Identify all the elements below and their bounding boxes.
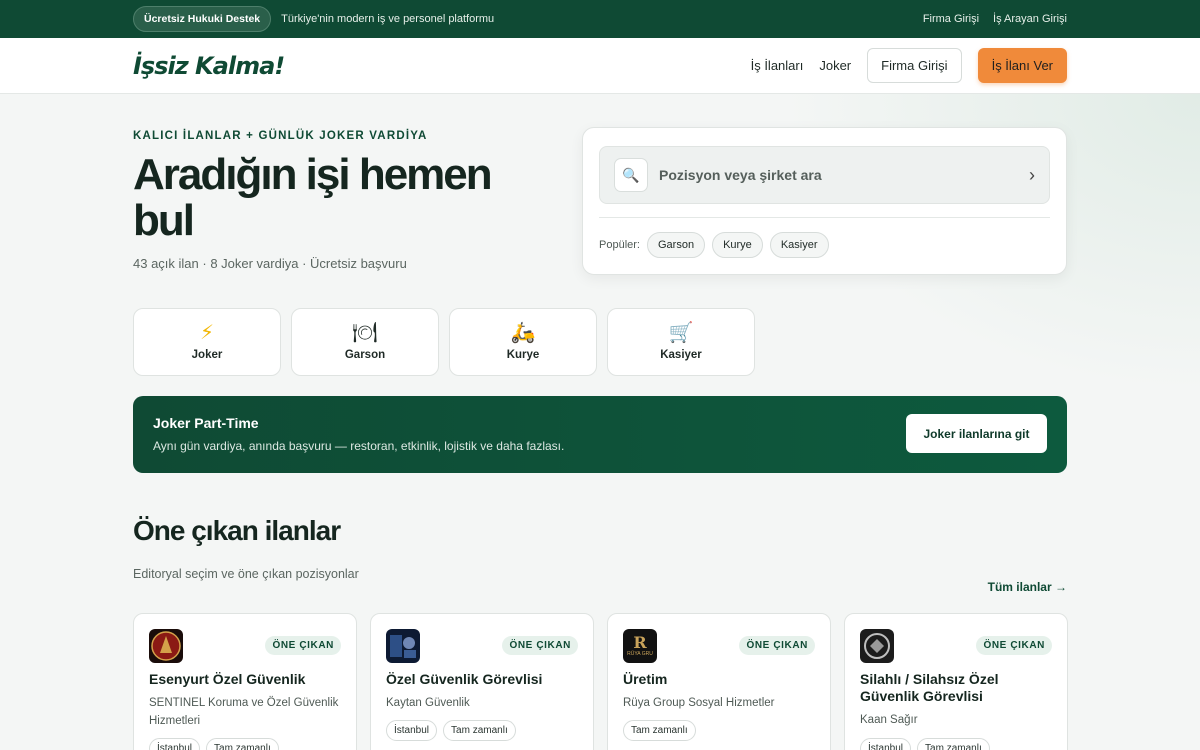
popular-label: Popüler:: [599, 239, 640, 251]
site-logo[interactable]: İşsiz Kalma!: [133, 52, 285, 80]
category-joker[interactable]: ⚡ Joker: [133, 308, 281, 376]
company-login-button[interactable]: Firma Girişi: [867, 48, 962, 83]
category-label: Kasiyer: [660, 349, 702, 361]
company-logo: [149, 629, 183, 663]
job-title: Silahlı / Silahsız Özel Güvenlik Görevli…: [860, 671, 999, 704]
scooter-icon: 🛵: [510, 322, 536, 344]
company-login-link[interactable]: Firma Girişi: [923, 13, 979, 25]
category-garson[interactable]: 🍽 Garson: [291, 308, 439, 376]
logo-wordmark: RÜYA GRU: [627, 651, 653, 657]
company-name: Rüya Group Sosyal Hizmetler: [623, 697, 775, 709]
location-tag: İstanbul: [860, 738, 912, 750]
employment-type-tag: Tam zamanlı: [206, 738, 279, 750]
employment-type-tag: Tam zamanlı: [623, 720, 696, 741]
popular-chip-kurye[interactable]: Kurye: [712, 232, 763, 258]
category-label: Joker: [191, 349, 223, 361]
hero-title: Aradığın işi hemen bul: [133, 150, 493, 245]
hero-eyebrow: KALICI İLANLAR + GÜNLÜK JOKER VARDİYA: [133, 130, 428, 142]
featured-badge: ÖNE ÇIKAN: [976, 636, 1052, 655]
main-nav: İş İlanları Joker Firma Girişi İş İlanı …: [751, 48, 1067, 83]
banner-description: Aynı gün vardiya, anında başvuru — resto…: [153, 439, 565, 453]
hero-stats: 43 açık ilan · 8 Joker vardiya · Ücretsi…: [133, 256, 407, 271]
post-job-button[interactable]: İş İlanı Ver: [977, 48, 1067, 83]
company-logo: [860, 629, 894, 663]
featured-badge: ÖNE ÇIKAN: [739, 636, 815, 655]
company-logo: R RÜYA GRU: [623, 629, 657, 663]
nav-joker[interactable]: Joker: [819, 58, 851, 73]
divider: [599, 217, 1050, 218]
popular-chip-kasiyer[interactable]: Kasiyer: [769, 232, 829, 258]
job-title: Esenyurt Özel Güvenlik: [149, 671, 306, 687]
featured-subtitle: Editoryal seçim ve öne çıkan pozisyonlar: [133, 567, 359, 581]
job-title: Özel Güvenlik Görevlisi: [386, 671, 543, 687]
job-card[interactable]: ÖNE ÇIKAN Silahlı / Silahsız Özel Güvenl…: [844, 613, 1068, 750]
job-card[interactable]: R RÜYA GRU ÖNE ÇIKAN Üretim Rüya Group S…: [607, 613, 831, 750]
banner-title: Joker Part-Time: [153, 415, 259, 431]
job-title: Üretim: [623, 671, 668, 687]
company-name: Kaytan Güvenlik: [386, 697, 470, 709]
cart-icon: 🛒: [668, 322, 694, 344]
search-icon: 🔍: [614, 158, 648, 192]
nav-job-listings[interactable]: İş İlanları: [751, 58, 804, 73]
joker-listings-button[interactable]: Joker ilanlarına git: [906, 414, 1047, 453]
joker-banner: Joker Part-Time Aynı gün vardiya, anında…: [133, 396, 1067, 473]
job-card[interactable]: ÖNE ÇIKAN Özel Güvenlik Görevlisi Kaytan…: [370, 613, 594, 750]
category-label: Kurye: [506, 349, 540, 361]
employment-type-tag: Tam zamanlı: [443, 720, 516, 741]
legal-support-pill[interactable]: Ücretsiz Hukuki Destek: [133, 6, 272, 32]
search-placeholder: Pozisyon veya şirket ara: [659, 167, 822, 183]
top-bar: Ücretsiz Hukuki Destek Türkiye'nin moder…: [0, 0, 1200, 38]
job-card[interactable]: ÖNE ÇIKAN Esenyurt Özel Güvenlik SENTINE…: [133, 613, 357, 750]
all-listings-link[interactable]: Tüm ilanlar →: [988, 580, 1067, 594]
chevron-right-icon[interactable]: ›: [1029, 165, 1035, 186]
employment-type-tag: Tam zamanlı: [917, 738, 990, 750]
category-list: ⚡ Joker 🍽 Garson 🛵 Kurye 🛒 Kasiyer: [133, 308, 755, 376]
category-label: Garson: [344, 349, 386, 361]
category-kurye[interactable]: 🛵 Kurye: [449, 308, 597, 376]
featured-cards: ÖNE ÇIKAN Esenyurt Özel Güvenlik SENTINE…: [133, 613, 1068, 750]
tagline: Türkiye'nin modern iş ve personel platfo…: [281, 13, 495, 25]
category-kasiyer[interactable]: 🛒 Kasiyer: [607, 308, 755, 376]
main-header: İşsiz Kalma! İş İlanları Joker Firma Gir…: [0, 38, 1200, 94]
company-name: SENTINEL Koruma ve Özel Güvenlik Hizmetl…: [149, 697, 339, 727]
featured-badge: ÖNE ÇIKAN: [265, 636, 341, 655]
search-card: 🔍 Pozisyon veya şirket ara › Popüler: Ga…: [582, 127, 1067, 275]
featured-badge: ÖNE ÇIKAN: [502, 636, 578, 655]
featured-title: Öne çıkan ilanlar: [133, 515, 341, 546]
company-name: Kaan Sağır: [860, 714, 918, 726]
popular-searches: Popüler: Garson Kurye Kasiyer: [599, 232, 829, 258]
plate-icon: 🍽: [352, 322, 378, 344]
popular-chip-garson[interactable]: Garson: [646, 232, 706, 258]
lightning-icon: ⚡: [199, 322, 215, 344]
jobseeker-login-link[interactable]: İş Arayan Girişi: [993, 13, 1067, 25]
search-input[interactable]: 🔍 Pozisyon veya şirket ara ›: [599, 146, 1050, 204]
location-tag: İstanbul: [386, 720, 438, 741]
r-monogram-icon: R: [633, 633, 647, 652]
location-tag: İstanbul: [149, 738, 201, 750]
company-logo: [386, 629, 420, 663]
